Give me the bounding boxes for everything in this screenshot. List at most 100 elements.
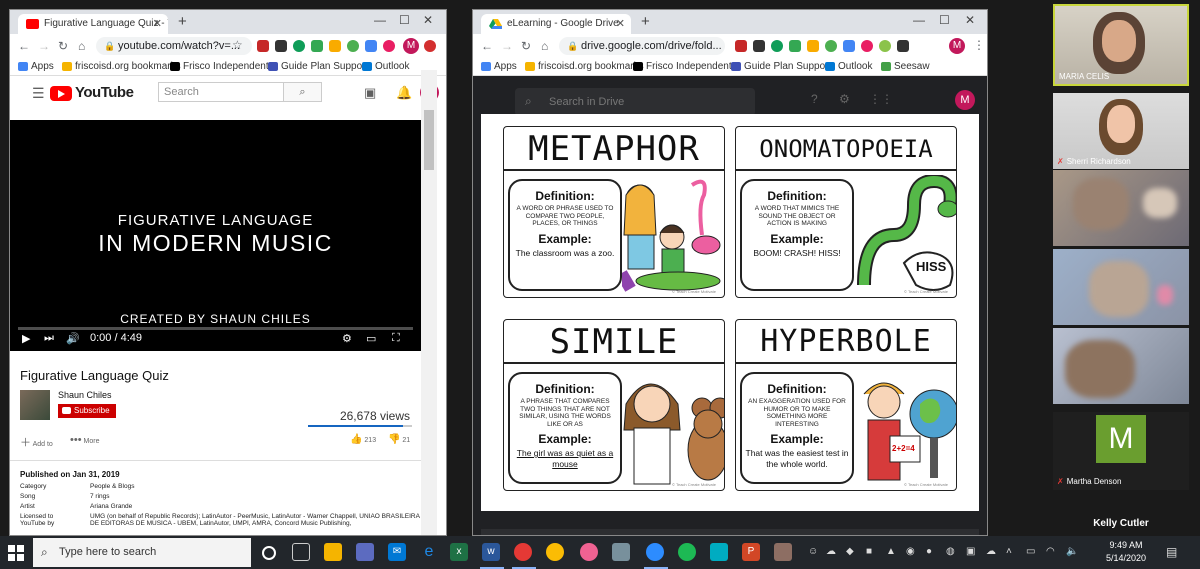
security-icon[interactable]: ◉ [906, 546, 915, 557]
extension-icon[interactable] [807, 40, 819, 52]
people-icon[interactable]: ☺ [808, 546, 818, 557]
settings-gear-icon[interactable]: ⚙ [342, 332, 352, 345]
extension-icon[interactable] [347, 40, 359, 52]
onedrive-icon[interactable]: ☁ [986, 546, 996, 557]
hamburger-menu-icon[interactable]: ☰ [32, 85, 45, 102]
bookmark-friscoisd[interactable]: friscoisd.org bookmarks [525, 61, 644, 72]
next-icon[interactable]: ⏭ [44, 332, 54, 345]
app-icon[interactable] [580, 543, 598, 561]
app-tray-icon[interactable]: ▣ [966, 546, 975, 557]
tab-youtube[interactable]: Figurative Language Quiz - YouT ✕ [18, 14, 168, 34]
maximize-icon[interactable]: ☐ [939, 13, 950, 27]
bookmark-apps[interactable]: Apps [481, 61, 517, 72]
bookmark-outlook[interactable]: Outlook [825, 61, 872, 72]
file-explorer-icon[interactable] [324, 543, 342, 561]
video-progress-bar[interactable] [18, 327, 413, 330]
apps-grid-icon[interactable]: ⋮⋮ [869, 92, 893, 106]
action-center-icon[interactable]: ▤ [1166, 545, 1177, 559]
channel-avatar[interactable] [20, 390, 50, 420]
extension-icon[interactable] [735, 40, 747, 52]
participant-tile[interactable] [1053, 249, 1189, 325]
search-icon[interactable]: ⌕ [284, 82, 322, 102]
grammarly-icon[interactable] [293, 40, 305, 52]
back-icon[interactable]: ← [18, 39, 30, 53]
excel-icon[interactable]: x [450, 543, 468, 561]
new-tab-icon[interactable]: + [641, 13, 650, 30]
extension-icon[interactable] [311, 40, 323, 52]
cortana-icon[interactable] [262, 546, 276, 560]
close-window-icon[interactable]: ✕ [965, 13, 975, 27]
youtube-wordmark[interactable]: YouTube [75, 84, 134, 101]
chrome-icon[interactable] [514, 543, 532, 561]
edge-icon[interactable]: e [420, 543, 438, 561]
bookmark-friscoisd[interactable]: friscoisd.org bookmarks [62, 61, 181, 72]
reload-icon[interactable]: ↻ [58, 39, 68, 53]
bookmark-star-icon[interactable]: ☆ [232, 38, 243, 52]
qr-extension-icon[interactable] [753, 40, 765, 52]
home-icon[interactable]: ⌂ [78, 39, 85, 53]
bookmark-guide-plan[interactable]: Guide Plan Support [731, 61, 831, 72]
chrome-profile-icon[interactable] [546, 543, 564, 561]
task-view-icon[interactable] [292, 543, 310, 561]
youtube-search-input[interactable]: Search [158, 82, 284, 102]
new-tab-icon[interactable]: + [178, 13, 187, 30]
browser-menu-icon[interactable]: ⋮ [973, 38, 985, 52]
alert-icon[interactable] [424, 40, 436, 52]
participant-tile-martha[interactable]: M ✗ Martha Denson [1053, 412, 1189, 490]
participant-name-kelly[interactable]: Kelly Cutler [1053, 518, 1189, 529]
bookmark-frisco-independent[interactable]: Frisco Independent... [170, 61, 277, 72]
store-icon[interactable] [356, 543, 374, 561]
spotify-icon[interactable] [678, 543, 696, 561]
extension-icon[interactable] [257, 40, 269, 52]
video-player[interactable]: FIGURATIVE LANGUAGE IN MODERN MUSIC CREA… [10, 120, 421, 351]
profile-avatar[interactable]: M [403, 38, 419, 54]
extension-icon[interactable] [789, 40, 801, 52]
wifi-icon[interactable]: ◠ [1046, 546, 1055, 557]
system-clock[interactable]: 9:49 AM 5/14/2020 [1096, 539, 1156, 565]
subscribe-button[interactable]: Subscribe [58, 404, 116, 418]
drive-avatar[interactable]: M [955, 90, 975, 110]
app-tray-icon[interactable]: ◍ [946, 546, 955, 557]
minimize-icon[interactable]: — [374, 13, 386, 27]
settings-gear-icon[interactable]: ⚙ [839, 92, 850, 106]
show-hidden-icons[interactable]: ˄ [1006, 546, 1012, 557]
youtube-logo-icon[interactable] [50, 86, 72, 101]
close-window-icon[interactable]: ✕ [423, 13, 433, 27]
maximize-icon[interactable]: ☐ [399, 13, 410, 27]
app-icon[interactable] [774, 543, 792, 561]
extension-icon[interactable] [861, 40, 873, 52]
dropbox-icon[interactable]: ◆ [846, 546, 854, 557]
forward-icon[interactable]: → [501, 39, 513, 53]
add-to-button[interactable]: ＋ Add to [20, 434, 53, 450]
drive-search-input[interactable]: ⌕ Search in Drive [515, 88, 755, 116]
participant-tile-maria[interactable]: MARIA CELIS [1053, 4, 1189, 86]
zoom-icon[interactable] [646, 543, 664, 561]
word-icon[interactable]: w [482, 543, 500, 561]
mail-icon[interactable]: ✉ [388, 543, 406, 561]
extension-icon[interactable] [843, 40, 855, 52]
channel-name[interactable]: Shaun Chiles [58, 390, 112, 400]
tab-close-icon[interactable]: ✕ [153, 17, 162, 30]
bookmark-seesaw[interactable]: Seesaw [881, 61, 930, 72]
dislike-button[interactable]: 👎 21 [388, 434, 410, 445]
battery-icon[interactable]: ▭ [1026, 546, 1035, 557]
extension-icon[interactable] [329, 40, 341, 52]
bookmark-frisco-independent[interactable]: Frisco Independent... [633, 61, 740, 72]
participant-tile[interactable] [1053, 328, 1189, 404]
minimize-icon[interactable]: — [913, 13, 925, 27]
app-icon[interactable] [612, 543, 630, 561]
extension-icon[interactable] [879, 40, 891, 52]
tab-close-icon[interactable]: ✕ [616, 17, 625, 30]
powerpoint-icon[interactable]: P [742, 543, 760, 561]
volume-icon[interactable]: 🔊 [66, 332, 80, 345]
like-button[interactable]: 👍 213 [350, 434, 376, 445]
page-scrollbar[interactable] [421, 70, 437, 535]
qr-extension-icon[interactable] [275, 40, 287, 52]
app-icon[interactable] [710, 543, 728, 561]
grammarly-icon[interactable] [771, 40, 783, 52]
address-bar[interactable]: 🔒 youtube.com/watch?v=... [96, 37, 252, 55]
participant-tile[interactable] [1053, 170, 1189, 246]
weather-icon[interactable]: ☁ [826, 546, 836, 557]
play-icon[interactable]: ▶ [22, 332, 30, 345]
fullscreen-icon[interactable]: ⛶ [392, 332, 400, 345]
